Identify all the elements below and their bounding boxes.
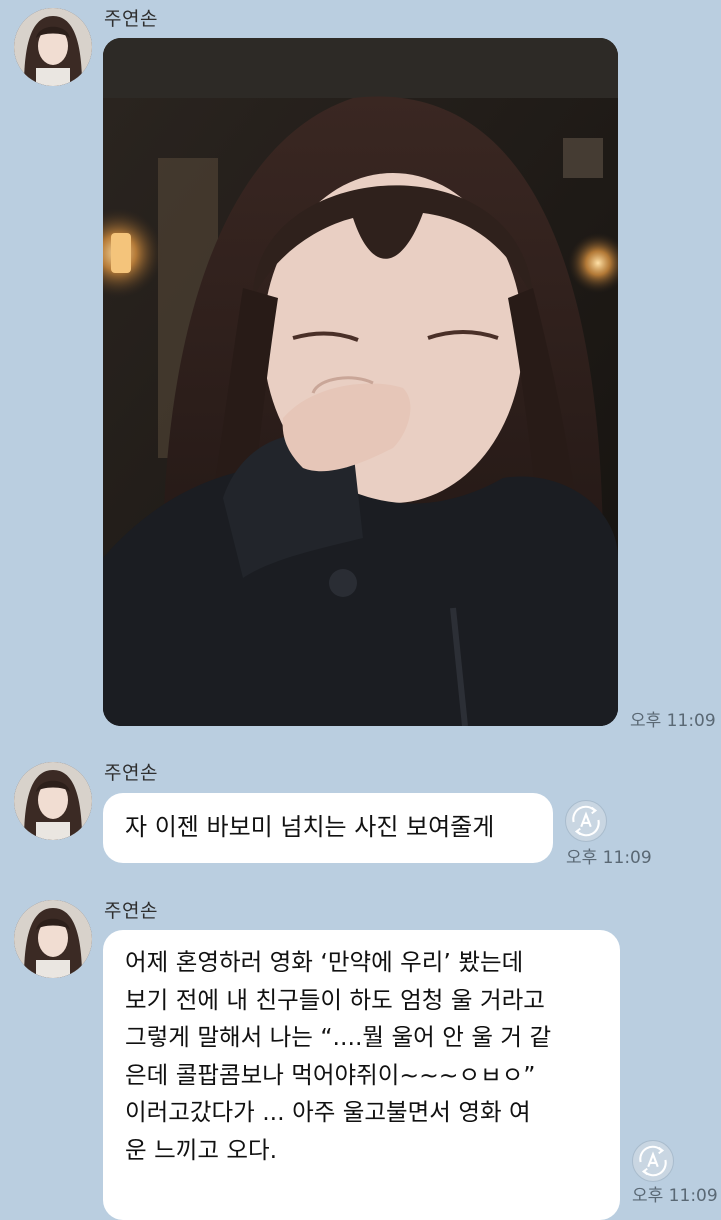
translate-icon: [639, 1145, 667, 1177]
message-time: 오후 11:09: [630, 711, 716, 731]
message-time: 오후 11:09: [632, 1186, 718, 1206]
avatar[interactable]: [14, 900, 92, 978]
message-bubble[interactable]: 자 이젠 바보미 넘치는 사진 보여줄게: [103, 793, 553, 863]
sender-name: 주연손: [104, 762, 158, 784]
avatar[interactable]: [14, 8, 92, 86]
avatar[interactable]: [14, 762, 92, 840]
translate-button[interactable]: [565, 800, 607, 842]
message-photo[interactable]: [103, 38, 618, 726]
translate-button[interactable]: [632, 1140, 674, 1182]
message-time: 오후 11:09: [566, 848, 652, 868]
translate-icon: [572, 805, 600, 837]
message-bubble[interactable]: 어제 혼영하러 영화 ‘만약에 우리’ 봤는데 보기 전에 내 친구들이 하도 …: [103, 930, 620, 1220]
sender-name: 주연손: [104, 900, 158, 922]
sender-name: 주연손: [104, 8, 158, 30]
